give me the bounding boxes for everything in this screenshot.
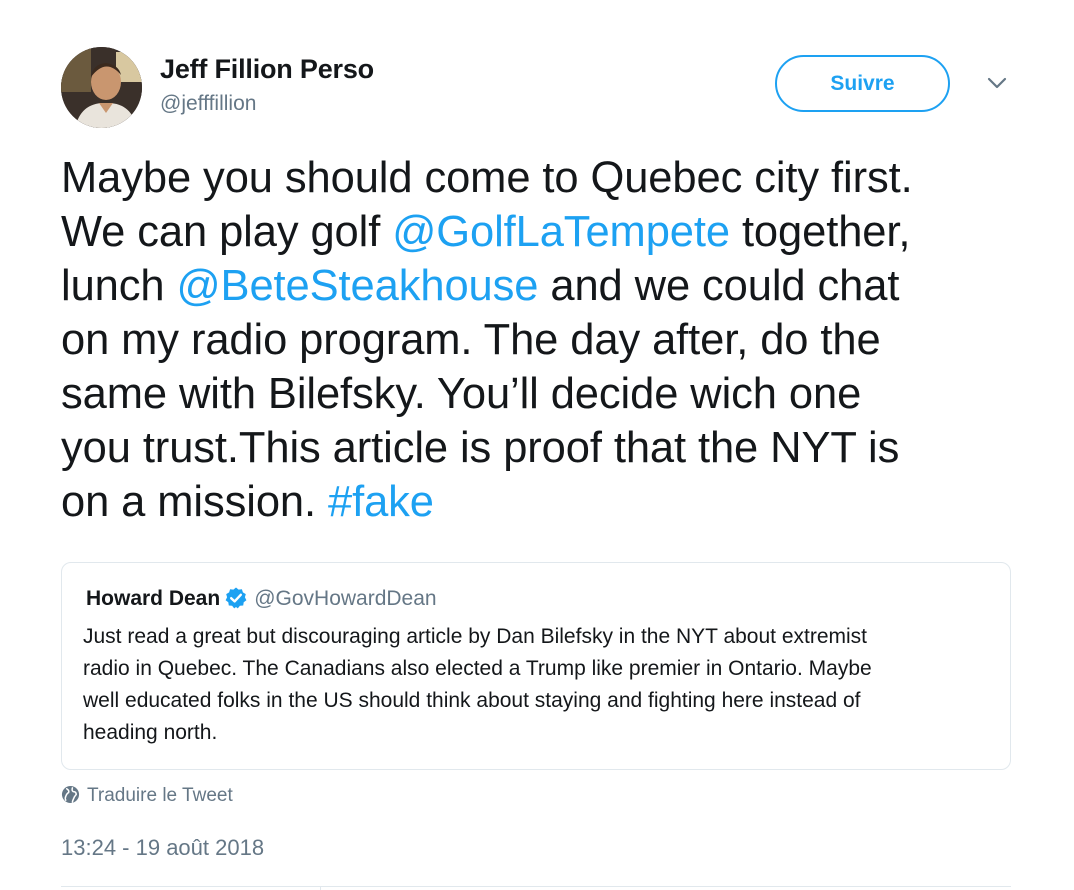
tweet-line: We can play golf @GolfLaTempete together… bbox=[61, 205, 1021, 259]
divider bbox=[61, 886, 1011, 887]
tweet-line: Maybe you should come to Quebec city fir… bbox=[61, 151, 1021, 205]
tweet-line: same with Bilefsky. You’ll decide wich o… bbox=[61, 367, 1021, 421]
quoted-tweet[interactable]: Howard Dean @GovHowardDean Just read a gr… bbox=[61, 562, 1011, 770]
quoted-tweet-line: radio in Quebec. The Canadians also elec… bbox=[83, 657, 872, 680]
tweet-text: Maybe you should come to Quebec city fir… bbox=[61, 151, 1021, 529]
tweet-text-segment: on my radio program. The day after, do t… bbox=[61, 316, 881, 364]
tweet-line: lunch @BeteSteakhouse and we could chat bbox=[61, 259, 1021, 313]
author-handle[interactable]: @jefffillion bbox=[160, 92, 256, 116]
tweet-text-segment: lunch bbox=[61, 262, 177, 310]
avatar[interactable] bbox=[61, 47, 142, 128]
quoted-tweet-line: heading north. bbox=[83, 721, 218, 744]
tweet-text-segment: and we could chat bbox=[538, 262, 900, 310]
tweet-line: you trust.This article is proof that the… bbox=[61, 421, 1021, 475]
quoted-tweet-line: well educated folks in the US should thi… bbox=[83, 689, 861, 712]
mention-link[interactable]: @GolfLaTempete bbox=[392, 208, 730, 256]
quoted-author-name: Howard Dean bbox=[86, 587, 221, 610]
tweet-text-segment: We can play golf bbox=[61, 208, 393, 256]
quoted-tweet-text: Just read a great but discouraging artic… bbox=[83, 621, 998, 749]
translate-tweet-link[interactable]: Traduire le Tweet bbox=[61, 785, 233, 807]
tweet-text-segment: on a mission. bbox=[61, 478, 328, 526]
quoted-tweet-line: Just read a great but discouraging artic… bbox=[83, 625, 868, 648]
hashtag-link[interactable]: #fake bbox=[328, 478, 434, 526]
verified-badge-icon bbox=[224, 586, 248, 610]
tweet-text-segment: Maybe you should come to Quebec city fir… bbox=[61, 154, 913, 202]
chevron-down-icon[interactable] bbox=[984, 72, 1010, 94]
quoted-tweet-header: Howard Dean @GovHowardDean bbox=[86, 586, 437, 612]
quoted-author-handle: @GovHowardDean bbox=[254, 587, 437, 610]
divider-tick bbox=[320, 886, 321, 890]
follow-button[interactable]: Suivre bbox=[775, 55, 950, 112]
globe-icon bbox=[61, 785, 80, 804]
mention-link[interactable]: @BeteSteakhouse bbox=[176, 262, 538, 310]
author-name[interactable]: Jeff Fillion Perso bbox=[160, 54, 374, 85]
translate-label: Traduire le Tweet bbox=[87, 785, 233, 806]
tweet-text-segment: you trust.This article is proof that the… bbox=[61, 424, 900, 472]
tweet-text-segment: same with Bilefsky. You’ll decide wich o… bbox=[61, 370, 862, 418]
tweet-text-segment: together, bbox=[729, 208, 911, 256]
tweet-timestamp[interactable]: 13:24 - 19 août 2018 bbox=[61, 835, 264, 861]
tweet-line: on a mission. #fake bbox=[61, 475, 1021, 529]
tweet-line: on my radio program. The day after, do t… bbox=[61, 313, 1021, 367]
